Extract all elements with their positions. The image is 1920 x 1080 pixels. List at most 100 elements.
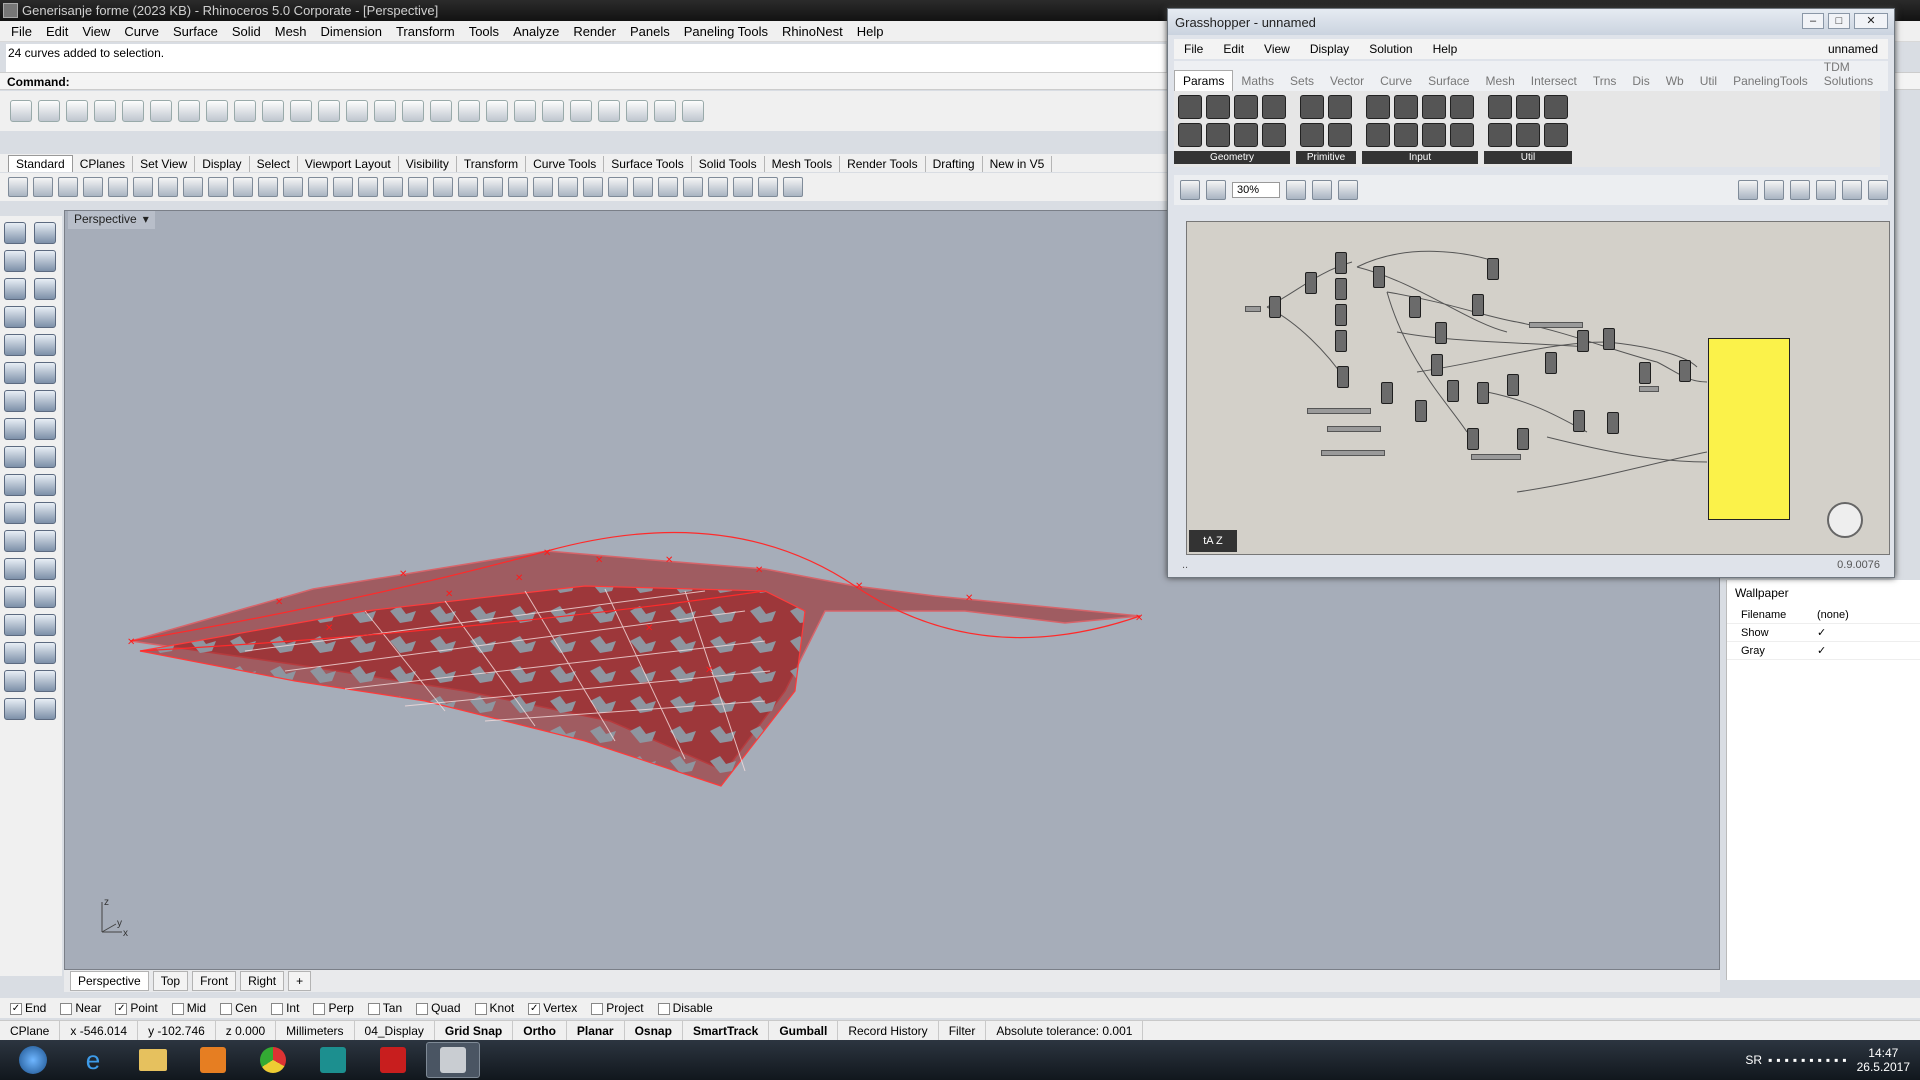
folder-icon[interactable] xyxy=(402,100,424,122)
text-icon[interactable] xyxy=(4,558,26,580)
move-gumball-icon[interactable] xyxy=(4,586,26,608)
toggle-smarttrack[interactable]: SmartTrack xyxy=(683,1020,770,1041)
close-icon[interactable]: ✕ xyxy=(1854,13,1888,29)
curve-param-icon[interactable] xyxy=(1234,95,1258,119)
units-label[interactable]: Millimeters xyxy=(276,1020,355,1041)
circle-icon[interactable] xyxy=(4,278,26,300)
menu-edit[interactable]: Edit xyxy=(39,24,75,39)
checkbox-icon[interactable] xyxy=(60,1002,73,1015)
geometry-param-icon[interactable] xyxy=(1178,95,1202,119)
menu-curve[interactable]: Curve xyxy=(117,24,166,39)
gradient-icon[interactable] xyxy=(1450,95,1474,119)
component-node[interactable] xyxy=(1603,328,1615,350)
lock-icon[interactable] xyxy=(558,177,578,197)
paint-icon[interactable] xyxy=(34,698,56,720)
component-node[interactable] xyxy=(1487,258,1499,280)
component-node[interactable] xyxy=(1335,304,1347,326)
taskbar-app[interactable] xyxy=(306,1042,360,1078)
polyline-icon[interactable] xyxy=(4,250,26,272)
component-node[interactable] xyxy=(1447,380,1459,402)
eye-icon[interactable] xyxy=(1312,180,1333,200)
polygon-icon[interactable] xyxy=(4,334,26,356)
osnap-end[interactable]: ✓ End xyxy=(10,1001,46,1015)
component-node[interactable] xyxy=(1577,330,1589,352)
filter-icon[interactable] xyxy=(708,177,728,197)
property-row-show[interactable]: Show ✓ xyxy=(1727,624,1920,642)
select-frame-icon[interactable] xyxy=(458,100,480,122)
taskbar-media[interactable] xyxy=(186,1042,240,1078)
menu-panels[interactable]: Panels xyxy=(623,24,677,39)
arrow-outline-icon[interactable] xyxy=(1516,123,1540,147)
save-file-icon[interactable] xyxy=(1206,180,1226,200)
rectangle-icon[interactable] xyxy=(34,306,56,328)
checkbox-icon[interactable]: ✓ xyxy=(10,1002,22,1015)
gh-menu-display[interactable]: Display xyxy=(1300,42,1359,56)
save-icon[interactable] xyxy=(58,177,78,197)
curve-cv-icon[interactable] xyxy=(34,250,56,272)
number-slider[interactable] xyxy=(1307,408,1371,414)
checkbox-icon[interactable]: ✓ xyxy=(528,1002,541,1015)
pointer-icon[interactable] xyxy=(346,100,368,122)
gear-icon[interactable] xyxy=(733,177,753,197)
toggle-ortho[interactable]: Ortho xyxy=(513,1020,567,1041)
toggle-gumball[interactable]: Gumball xyxy=(769,1020,839,1041)
osnap-perp[interactable]: Perp xyxy=(313,1001,354,1015)
gh-tab-trns[interactable]: Trns xyxy=(1585,71,1625,91)
menu-view[interactable]: View xyxy=(75,24,117,39)
osnap-cen[interactable]: Cen xyxy=(220,1001,257,1015)
component-node[interactable] xyxy=(1409,296,1421,318)
clock[interactable]: 14:47 26.5.2017 xyxy=(1857,1046,1910,1074)
new-icon[interactable] xyxy=(8,177,28,197)
component-node[interactable] xyxy=(1507,374,1519,396)
zoom-window-icon[interactable] xyxy=(308,177,328,197)
menu-mesh[interactable]: Mesh xyxy=(268,24,314,39)
bold-icon[interactable] xyxy=(542,100,564,122)
label-icon[interactable] xyxy=(178,100,200,122)
osnap-knot[interactable]: Knot xyxy=(474,1001,514,1015)
taskbar-chrome[interactable] xyxy=(246,1042,300,1078)
number-slider[interactable] xyxy=(1639,386,1659,392)
menu-rhinonest[interactable]: RhinoNest xyxy=(775,24,850,39)
refresh-icon[interactable] xyxy=(514,100,536,122)
pan-icon[interactable] xyxy=(233,177,253,197)
layer-icon[interactable] xyxy=(583,177,603,197)
taskbar-ie[interactable]: e xyxy=(66,1042,120,1078)
box-icon[interactable] xyxy=(262,100,284,122)
cherries-icon[interactable] xyxy=(1488,95,1512,119)
render-sphere-icon[interactable] xyxy=(658,177,678,197)
tab-front[interactable]: Front xyxy=(192,971,237,991)
gh-tab-tdm-solutions[interactable]: TDM Solutions xyxy=(1816,57,1888,91)
grid-icon[interactable] xyxy=(486,100,508,122)
point-icon[interactable] xyxy=(34,222,56,244)
tab-display[interactable]: Display xyxy=(195,156,250,172)
rotate-view-icon[interactable] xyxy=(383,177,403,197)
component-node[interactable] xyxy=(1305,272,1317,294)
osnap-mid[interactable]: Mid xyxy=(171,1001,206,1015)
flask-icon[interactable] xyxy=(1544,123,1568,147)
print-icon[interactable] xyxy=(83,177,103,197)
gh-tab-maths[interactable]: Maths xyxy=(1233,71,1282,91)
extrude-icon[interactable] xyxy=(34,362,56,384)
copy-icon[interactable] xyxy=(158,177,178,197)
yellow-parts-icon[interactable] xyxy=(150,100,172,122)
four-view-icon[interactable] xyxy=(408,177,428,197)
tab-render-tools[interactable]: Render Tools xyxy=(840,156,926,172)
distance-icon[interactable] xyxy=(34,642,56,664)
render-preview-icon[interactable] xyxy=(1868,180,1888,200)
osnap-int[interactable]: Int xyxy=(271,1001,299,1015)
number-slider[interactable] xyxy=(1471,454,1521,460)
current-layer[interactable]: 04_Display xyxy=(355,1020,435,1041)
component-node[interactable] xyxy=(1573,410,1585,432)
circle-param-icon[interactable] xyxy=(1206,95,1230,119)
dimension-tool-icon[interactable] xyxy=(34,614,56,636)
checkbox-icon[interactable] xyxy=(367,1002,380,1015)
osnap-quad[interactable]: Quad xyxy=(416,1001,461,1015)
gh-tab-vector[interactable]: Vector xyxy=(1322,71,1372,91)
number-param-icon[interactable] xyxy=(1300,95,1324,119)
gh-tab-panelingtools[interactable]: PanelingTools xyxy=(1725,71,1816,91)
ellipse-icon[interactable] xyxy=(34,278,56,300)
vector-param-icon[interactable] xyxy=(1234,123,1258,147)
tab-curve-tools[interactable]: Curve Tools xyxy=(526,156,605,172)
gh-menu-view[interactable]: View xyxy=(1254,42,1300,56)
tab-mesh-tools[interactable]: Mesh Tools xyxy=(765,156,841,172)
